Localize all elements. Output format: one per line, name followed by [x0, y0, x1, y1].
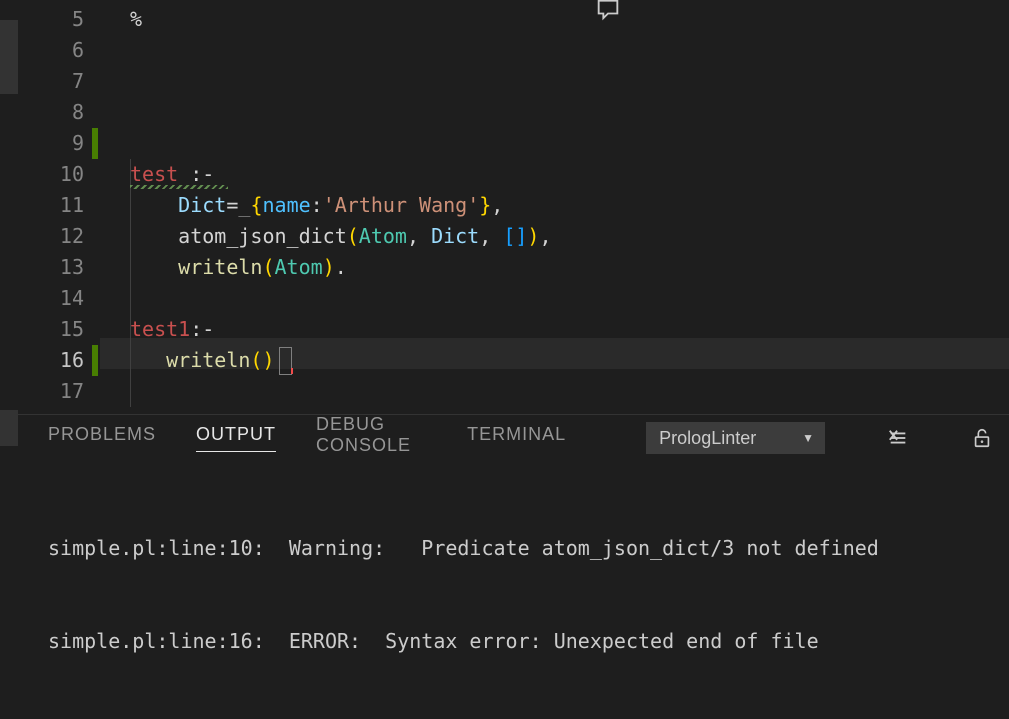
line-number-gutter[interactable]: 5 6 7 8 9 10 11 12 13 14 15 16 17: [18, 0, 100, 414]
line-number[interactable]: 17: [18, 376, 84, 407]
token-dot: .: [335, 255, 347, 279]
panel-tab-bar: PROBLEMS OUTPUT DEBUG CONSOLE TERMINAL P…: [0, 415, 1009, 461]
minimap-decoration: [0, 410, 18, 446]
code-line[interactable]: atom_json_dict(Atom, Dict, []),: [130, 221, 1009, 252]
line-number[interactable]: 13: [18, 252, 84, 283]
code-line[interactable]: writeln(Atom).: [130, 252, 1009, 283]
token-bracket: ]: [515, 224, 527, 248]
line-number[interactable]: 11: [18, 190, 84, 221]
token-brace: {: [250, 193, 262, 217]
line-number[interactable]: 6: [18, 35, 84, 66]
token-call: writeln: [178, 255, 262, 279]
token-call: writeln: [166, 348, 250, 372]
line-number[interactable]: 15: [18, 314, 84, 345]
tab-problems[interactable]: PROBLEMS: [48, 424, 156, 452]
warning-squiggle: [130, 185, 228, 189]
minimap-decoration: [0, 20, 18, 94]
bottom-panel[interactable]: PROBLEMS OUTPUT DEBUG CONSOLE TERMINAL P…: [0, 414, 1009, 719]
token-op: :-: [190, 317, 214, 341]
line-number[interactable]: 14: [18, 283, 84, 314]
code-line[interactable]: writeln(): [130, 345, 1009, 376]
token-predicate: test1: [130, 317, 190, 341]
line-number[interactable]: 7: [18, 66, 84, 97]
token-key: name: [262, 193, 310, 217]
token-op: :-: [178, 162, 214, 186]
token-var: Dict: [178, 193, 226, 217]
token-var: Dict: [431, 224, 479, 248]
editor[interactable]: 5 6 7 8 9 10 11 12 13 14 15 16 17: [0, 0, 1009, 414]
chevron-down-icon: ▼: [802, 431, 814, 445]
token-call: atom_json_dict: [178, 224, 347, 248]
code-line[interactable]: Dict=_{name:'Arthur Wang'},: [130, 190, 1009, 221]
tab-debug-console[interactable]: DEBUG CONSOLE: [316, 414, 427, 463]
token-sep: ,: [407, 224, 431, 248]
line-number[interactable]: 16: [18, 345, 84, 376]
code-line[interactable]: test1:-: [130, 314, 1009, 345]
code-content[interactable]: % test :- Dict=_{name:'Arthur Wang'}, at…: [100, 0, 1009, 414]
output-channel-select[interactable]: PrologLinter ▼: [646, 422, 825, 454]
lock-open-icon[interactable]: [971, 427, 993, 449]
token-underscore: _: [238, 193, 250, 217]
token-bracket: [: [503, 224, 515, 248]
token-comma: ,: [491, 193, 503, 217]
token-paren: ): [262, 348, 274, 372]
line-number[interactable]: 8: [18, 97, 84, 128]
output-line: simple.pl:line:16: ERROR: Syntax error: …: [48, 626, 1009, 657]
token-comma: ,: [539, 224, 551, 248]
diff-added-marker: [92, 345, 98, 376]
token-paren: ): [323, 255, 335, 279]
clear-output-icon[interactable]: [887, 427, 909, 449]
token-predicate: test: [130, 162, 178, 186]
token-brace: }: [479, 193, 491, 217]
token-paren: (: [250, 348, 262, 372]
token-op: :: [311, 193, 323, 217]
line-number[interactable]: 9: [18, 128, 84, 159]
token-paren: ): [527, 224, 539, 248]
token-string: 'Arthur Wang': [323, 193, 480, 217]
code-line[interactable]: test :-: [130, 159, 1009, 190]
output-channel-value: PrologLinter: [659, 428, 756, 449]
line-number[interactable]: 5: [18, 4, 84, 35]
token-var: Atom: [275, 255, 323, 279]
line-number[interactable]: 12: [18, 221, 84, 252]
token-comment: %: [130, 7, 142, 31]
code-line[interactable]: %: [130, 4, 1009, 35]
diff-added-marker: [92, 128, 98, 159]
output-line: simple.pl:line:10: Warning: Predicate at…: [48, 533, 1009, 564]
token-var: Atom: [359, 224, 407, 248]
token-op: =: [226, 193, 238, 217]
overview-ruler: [0, 0, 18, 414]
token-paren: (: [347, 224, 359, 248]
tab-terminal[interactable]: TERMINAL: [467, 424, 566, 452]
output-content[interactable]: simple.pl:line:10: Warning: Predicate at…: [0, 461, 1009, 719]
app-root: 5 6 7 8 9 10 11 12 13 14 15 16 17: [0, 0, 1009, 719]
line-number[interactable]: 10: [18, 159, 84, 190]
token-paren: (: [262, 255, 274, 279]
token-sep: ,: [479, 224, 503, 248]
tab-output[interactable]: OUTPUT: [196, 424, 276, 452]
error-marker: [291, 368, 293, 374]
